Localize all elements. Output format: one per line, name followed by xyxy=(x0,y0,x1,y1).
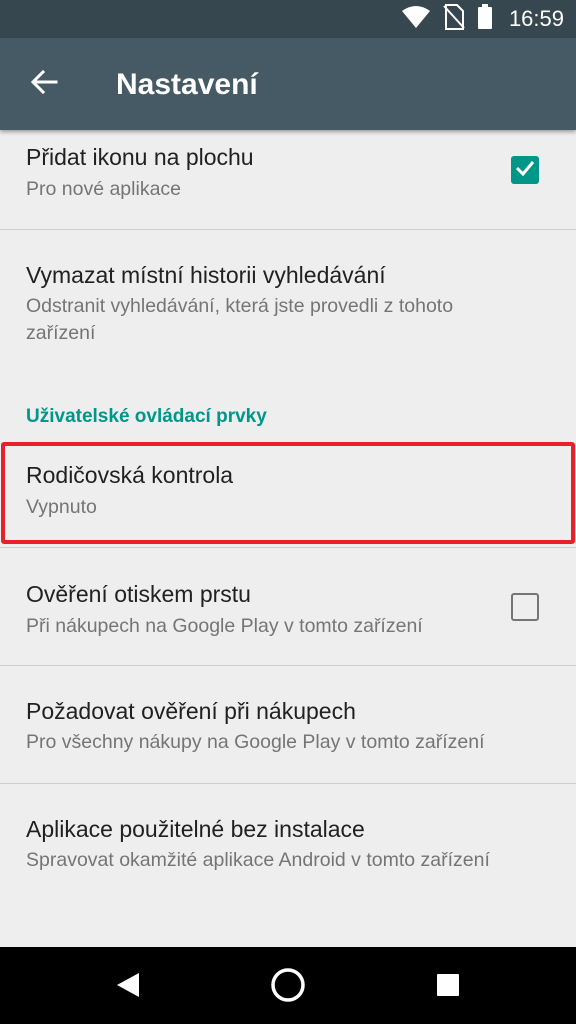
no-sim-icon xyxy=(443,3,465,35)
page-title: Nastavení xyxy=(116,68,258,101)
setting-title: Požadovat ověření při nákupech xyxy=(26,698,356,724)
wifi-icon xyxy=(401,5,431,34)
checkmark-icon xyxy=(514,157,536,184)
back-triangle-icon xyxy=(115,971,141,1004)
setting-clear-history[interactable]: Vymazat místní historii vyhledávání Odst… xyxy=(0,230,576,390)
setting-title: Aplikace použitelné bez instalace xyxy=(26,816,365,842)
status-time: 16:59 xyxy=(508,6,564,31)
setting-subtitle: Spravovat okamžité aplikace Android v to… xyxy=(26,849,490,871)
app-bar: Nastavení xyxy=(0,38,576,130)
home-circle-icon xyxy=(270,967,306,1008)
setting-subtitle: Odstranit vyhledávání, která jste proved… xyxy=(26,295,454,344)
arrow-back-icon xyxy=(30,68,58,101)
setting-parental-control[interactable]: Rodičovská kontrola Vypnuto xyxy=(0,442,576,548)
setting-require-auth[interactable]: Požadovat ověření při nákupech Pro všech… xyxy=(0,666,576,784)
back-button[interactable] xyxy=(18,60,70,108)
setting-subtitle: Vypnuto xyxy=(26,496,97,518)
setting-title: Ověření otiskem prstu xyxy=(26,581,251,607)
setting-subtitle: Pro všechny nákupy na Google Play v tomt… xyxy=(26,731,485,753)
status-bar: 16:59 xyxy=(0,0,576,38)
setting-title: Přidat ikonu na plochu xyxy=(26,144,254,170)
setting-title: Rodičovská kontrola xyxy=(26,462,234,488)
setting-add-icon[interactable]: Přidat ikonu na plochu Pro nové aplikace xyxy=(0,130,576,230)
nav-recents-button[interactable] xyxy=(426,965,470,1009)
setting-title: Vymazat místní historii vyhledávání xyxy=(26,262,386,288)
setting-fingerprint[interactable]: Ověření otiskem prstu Při nákupech na Go… xyxy=(0,548,576,666)
add-icon-checkbox[interactable] xyxy=(511,156,539,184)
setting-subtitle: Při nákupech na Google Play v tomto zaří… xyxy=(26,615,423,637)
status-icons: 16:59 xyxy=(401,0,564,38)
battery-icon xyxy=(477,3,493,35)
nav-home-button[interactable] xyxy=(266,965,310,1009)
nav-back-button[interactable] xyxy=(106,965,150,1009)
setting-subtitle: Pro nové aplikace xyxy=(26,178,182,200)
recents-square-icon xyxy=(435,972,461,1003)
settings-list: Přidat ikonu na plochu Pro nové aplikace… xyxy=(0,130,576,947)
section-header: Uživatelské ovládací prvky xyxy=(26,406,267,427)
setting-instant-apps[interactable]: Aplikace použitelné bez instalace Spravo… xyxy=(0,784,576,947)
fingerprint-checkbox[interactable] xyxy=(511,593,539,621)
system-nav-bar xyxy=(0,947,576,1024)
